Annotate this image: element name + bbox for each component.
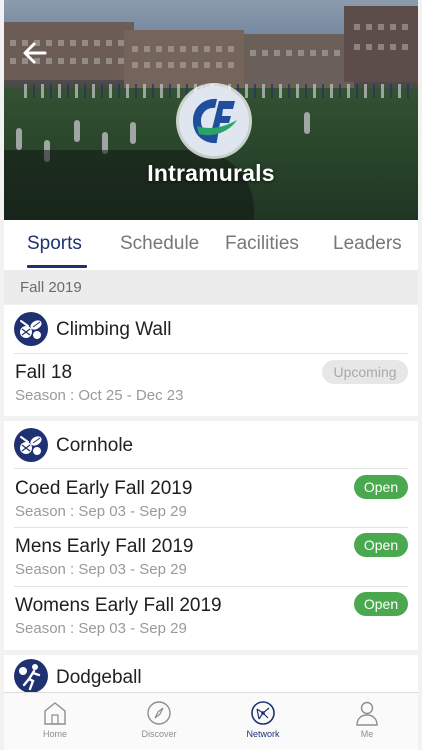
- sport-card-cornhole: Cornhole Coed Early Fall 2019 Season : S…: [4, 421, 418, 650]
- network-icon: [251, 701, 275, 725]
- tab-facilities[interactable]: Facilities: [225, 233, 299, 255]
- sport-header[interactable]: Cornhole: [4, 421, 418, 469]
- sport-header[interactable]: Climbing Wall: [4, 305, 418, 353]
- app-screen: Intramurals Sports Schedule Facilities L…: [0, 0, 422, 750]
- status-badge: Upcoming: [322, 360, 408, 384]
- back-button[interactable]: [20, 38, 50, 68]
- nav-me[interactable]: Me: [327, 699, 407, 739]
- dodgeball-player-icon: [14, 659, 48, 693]
- season-header: Fall 2019: [4, 270, 418, 304]
- league-row[interactable]: Mens Early Fall 2019 Season : Sep 03 - S…: [4, 528, 418, 586]
- bottom-nav: Home Discover Network Me: [4, 692, 418, 750]
- tab-schedule[interactable]: Schedule: [120, 233, 199, 255]
- league-name: Coed Early Fall 2019: [15, 478, 193, 499]
- league-dates: Season : Oct 25 - Dec 23: [15, 387, 184, 404]
- nav-label: Home: [42, 729, 67, 739]
- league-name: Mens Early Fall 2019: [15, 536, 194, 557]
- tab-bar: Sports Schedule Facilities Leaders: [4, 220, 418, 270]
- nav-label: Me: [360, 729, 374, 739]
- league-row[interactable]: Fall 18 Season : Oct 25 - Dec 23 Upcomin…: [4, 354, 418, 414]
- sport-card-dodgeball: Dodgeball: [4, 655, 418, 695]
- nav-network[interactable]: Network: [223, 699, 303, 739]
- school-logo-icon: [179, 86, 249, 156]
- nav-label: Discover: [141, 729, 177, 739]
- multi-sport-icon: [14, 312, 48, 346]
- league-row[interactable]: Coed Early Fall 2019 Season : Sep 03 - S…: [4, 469, 418, 527]
- nav-home[interactable]: Home: [15, 699, 95, 739]
- home-icon: [44, 702, 66, 725]
- league-dates: Season : Sep 03 - Sep 29: [15, 561, 187, 578]
- league-name: Fall 18: [15, 362, 73, 383]
- sport-header[interactable]: Dodgeball: [4, 655, 418, 695]
- tab-leaders[interactable]: Leaders: [333, 233, 402, 255]
- sport-name: Cornhole: [56, 435, 134, 456]
- tab-sports[interactable]: Sports: [27, 233, 82, 255]
- page-title: Intramurals: [147, 160, 275, 186]
- league-row[interactable]: Womens Early Fall 2019 Season : Sep 03 -…: [4, 587, 418, 647]
- nav-discover[interactable]: Discover: [119, 699, 199, 739]
- sport-card-climbing-wall: Climbing Wall Fall 18 Season : Oct 25 - …: [4, 305, 418, 416]
- status-badge: Open: [354, 592, 408, 616]
- nav-label: Network: [246, 729, 280, 739]
- active-tab-indicator: [27, 265, 87, 268]
- league-name: Womens Early Fall 2019: [15, 595, 222, 616]
- league-dates: Season : Sep 03 - Sep 29: [15, 620, 187, 637]
- multi-sport-icon: [14, 428, 48, 462]
- season-label: Fall 2019: [20, 279, 82, 296]
- person-icon: [356, 701, 378, 726]
- league-dates: Season : Sep 03 - Sep 29: [15, 503, 187, 520]
- hero-banner: Intramurals: [4, 0, 418, 220]
- status-badge: Open: [354, 533, 408, 557]
- sport-name: Dodgeball: [56, 667, 142, 688]
- status-badge: Open: [354, 475, 408, 499]
- back-arrow-icon: [23, 42, 47, 64]
- sport-name: Climbing Wall: [56, 319, 172, 340]
- compass-icon: [147, 701, 171, 725]
